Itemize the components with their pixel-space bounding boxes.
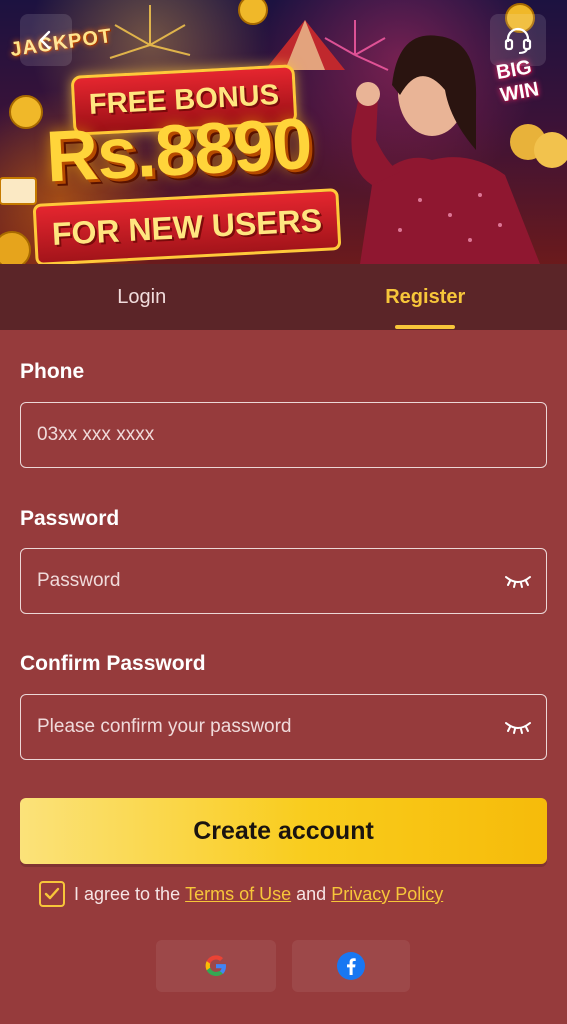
checkmark-icon	[44, 887, 60, 900]
customer-support-button[interactable]	[490, 14, 546, 66]
facebook-login-button[interactable]	[292, 940, 410, 992]
password-field	[20, 548, 547, 614]
facebook-icon	[337, 952, 365, 980]
password-input[interactable]	[21, 549, 496, 613]
confirm-password-input[interactable]	[21, 695, 496, 759]
promo-amount: Rs.8890	[44, 103, 314, 198]
auth-tabs: Login Register	[0, 264, 567, 330]
privacy-policy-link[interactable]: Privacy Policy	[331, 884, 443, 905]
google-icon	[205, 955, 226, 976]
confirm-password-label: Confirm Password	[20, 652, 206, 675]
create-account-button[interactable]: Create account	[20, 798, 547, 864]
chevron-left-icon	[39, 30, 51, 50]
eye-closed-icon	[505, 722, 531, 734]
tab-login[interactable]: Login	[0, 264, 284, 330]
confirm-password-field	[20, 694, 547, 760]
agreement-and-text: and	[296, 883, 327, 904]
tab-register[interactable]: Register	[284, 264, 567, 330]
google-login-button[interactable]	[156, 940, 276, 992]
headset-icon	[504, 27, 532, 54]
terms-of-use-link[interactable]: Terms of Use	[185, 884, 291, 905]
confirm-password-visibility-toggle[interactable]	[496, 694, 540, 760]
password-label: Password	[20, 507, 120, 530]
register-page: JACKPOT BIG WIN FREE BONUS Rs.8890 FOR N…	[0, 0, 567, 1024]
back-button[interactable]	[20, 14, 72, 66]
agreement-row: I agree to the Terms of Use and Privacy …	[39, 878, 443, 910]
phone-input[interactable]	[21, 403, 546, 467]
eye-closed-icon	[505, 576, 531, 588]
password-visibility-toggle[interactable]	[496, 548, 540, 614]
agree-checkbox[interactable]	[39, 881, 65, 907]
promo-banner[interactable]: JACKPOT BIG WIN FREE BONUS Rs.8890 FOR N…	[0, 0, 567, 264]
agreement-prefix-text: I agree to the	[74, 883, 181, 904]
phone-label: Phone	[20, 360, 85, 383]
phone-field	[20, 402, 547, 468]
